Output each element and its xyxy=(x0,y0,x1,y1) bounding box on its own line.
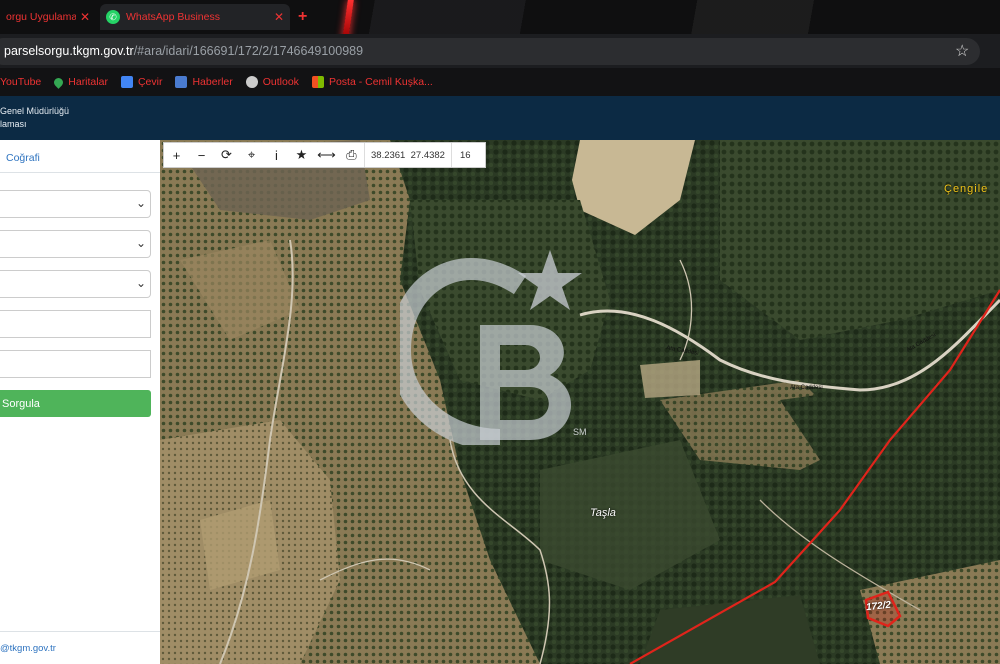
new-tab-button[interactable]: + xyxy=(298,8,307,26)
road-label: Ata Caddesi xyxy=(790,385,823,391)
divider xyxy=(0,631,160,632)
neighborhood-select[interactable]: ⌄ xyxy=(0,270,151,298)
bookmark-label: Posta - Cemil Kuşka... xyxy=(328,76,433,88)
bookmark-label: Outlook xyxy=(262,76,299,88)
coord-lat: 38.2361 xyxy=(371,149,406,161)
coldwell-banker-watermark xyxy=(400,250,582,445)
star-icon[interactable]: ★ xyxy=(289,143,314,167)
bookmark-outlook[interactable]: Outlook xyxy=(245,76,299,88)
divider xyxy=(0,172,160,173)
browser-tab-whatsapp[interactable]: ✆ WhatsApp Business ✕ xyxy=(100,4,290,30)
zoom-level: 16 xyxy=(450,143,485,167)
refresh-icon[interactable]: ⟳ xyxy=(214,143,239,167)
tab-cografi[interactable]: Coğrafi xyxy=(6,152,40,164)
map-toolbar: + − ⟳ ⌖ i ★ ⟷ ⎙ 38.2361 27.4382 16 xyxy=(163,142,486,168)
bookmark-cevir[interactable]: Çevir xyxy=(120,76,163,88)
globe-icon xyxy=(245,76,258,88)
contact-email-link[interactable]: @tkgm.gov.tr xyxy=(0,643,56,654)
site-title-line1: Genel Müdürlüğü xyxy=(0,106,70,116)
url-host: parselsorgu.tkgm.gov.tr xyxy=(4,44,134,58)
bookmark-label: Çevir xyxy=(137,76,163,88)
bookmark-haberler[interactable]: Haberler xyxy=(175,76,233,88)
url-path: /#ara/idari/166691/172/2/1746649100989 xyxy=(133,44,364,58)
coord-lon: 27.4382 xyxy=(410,149,445,161)
parcel-number-input[interactable] xyxy=(0,350,151,378)
query-button[interactable]: Sorgula xyxy=(0,390,151,417)
tab-label: WhatsApp Business xyxy=(126,11,220,23)
whatsapp-icon: ✆ xyxy=(106,10,120,24)
chevron-down-icon: ⌄ xyxy=(135,276,146,290)
translate-icon xyxy=(120,76,133,88)
print-icon[interactable]: ⎙ xyxy=(339,143,364,167)
microsoft-icon xyxy=(311,76,324,88)
tabbar-background-art xyxy=(320,0,1000,34)
bookmarks-bar: YouTube Haritalar Çevir Haberler Outlook… xyxy=(0,68,1000,96)
province-select[interactable]: ⌄ xyxy=(0,190,151,218)
bookmark-label: YouTube xyxy=(0,76,42,88)
zoom-out-icon[interactable]: − xyxy=(189,143,214,167)
bookmark-label: Haberler xyxy=(192,76,233,88)
bookmark-star-icon[interactable]: ☆ xyxy=(955,41,969,61)
bookmark-label: Haritalar xyxy=(68,76,108,88)
site-header: Genel Müdürlüğü laması xyxy=(0,96,1000,140)
place-label-cengile: Çengile xyxy=(944,183,989,195)
place-label-tasla: Taşla xyxy=(590,507,616,519)
bookmark-youtube[interactable]: YouTube xyxy=(0,76,41,88)
query-sidebar: Coğrafi ⌄ ⌄ ⌄ Sorgula @tkgm.gov.tr xyxy=(0,140,160,664)
zoom-in-icon[interactable]: + xyxy=(164,143,189,167)
satellite-map[interactable] xyxy=(160,140,1000,664)
close-icon[interactable]: ✕ xyxy=(274,10,284,24)
info-icon[interactable]: i xyxy=(264,143,289,167)
chevron-down-icon: ⌄ xyxy=(135,196,146,210)
bookmark-haritalar[interactable]: Haritalar xyxy=(52,75,108,89)
measure-icon[interactable]: ⟷ xyxy=(314,143,339,167)
coordinate-readout: 38.2361 27.4382 xyxy=(364,143,451,167)
maps-pin-icon xyxy=(52,75,66,89)
browser-tab-bar: orgu Uygulamas ✕ ✆ WhatsApp Business ✕ + xyxy=(0,0,1000,40)
browser-tab-parsel-sorgu[interactable]: orgu Uygulamas ✕ xyxy=(0,4,96,30)
url-text[interactable]: parselsorgu.tkgm.gov.tr/#ara/idari/16669… xyxy=(4,44,363,58)
site-title-line2: laması xyxy=(0,119,27,129)
locate-icon[interactable]: ⌖ xyxy=(239,143,264,167)
bookmark-posta[interactable]: Posta - Cemil Kuşka... xyxy=(311,76,433,88)
block-number-input[interactable] xyxy=(0,310,151,338)
watermark-trademark: SM xyxy=(573,427,587,437)
chevron-down-icon: ⌄ xyxy=(135,236,146,250)
close-icon[interactable]: ✕ xyxy=(80,10,90,24)
district-select[interactable]: ⌄ xyxy=(0,230,151,258)
news-icon xyxy=(175,76,188,88)
tab-label: orgu Uygulamas xyxy=(6,11,76,23)
